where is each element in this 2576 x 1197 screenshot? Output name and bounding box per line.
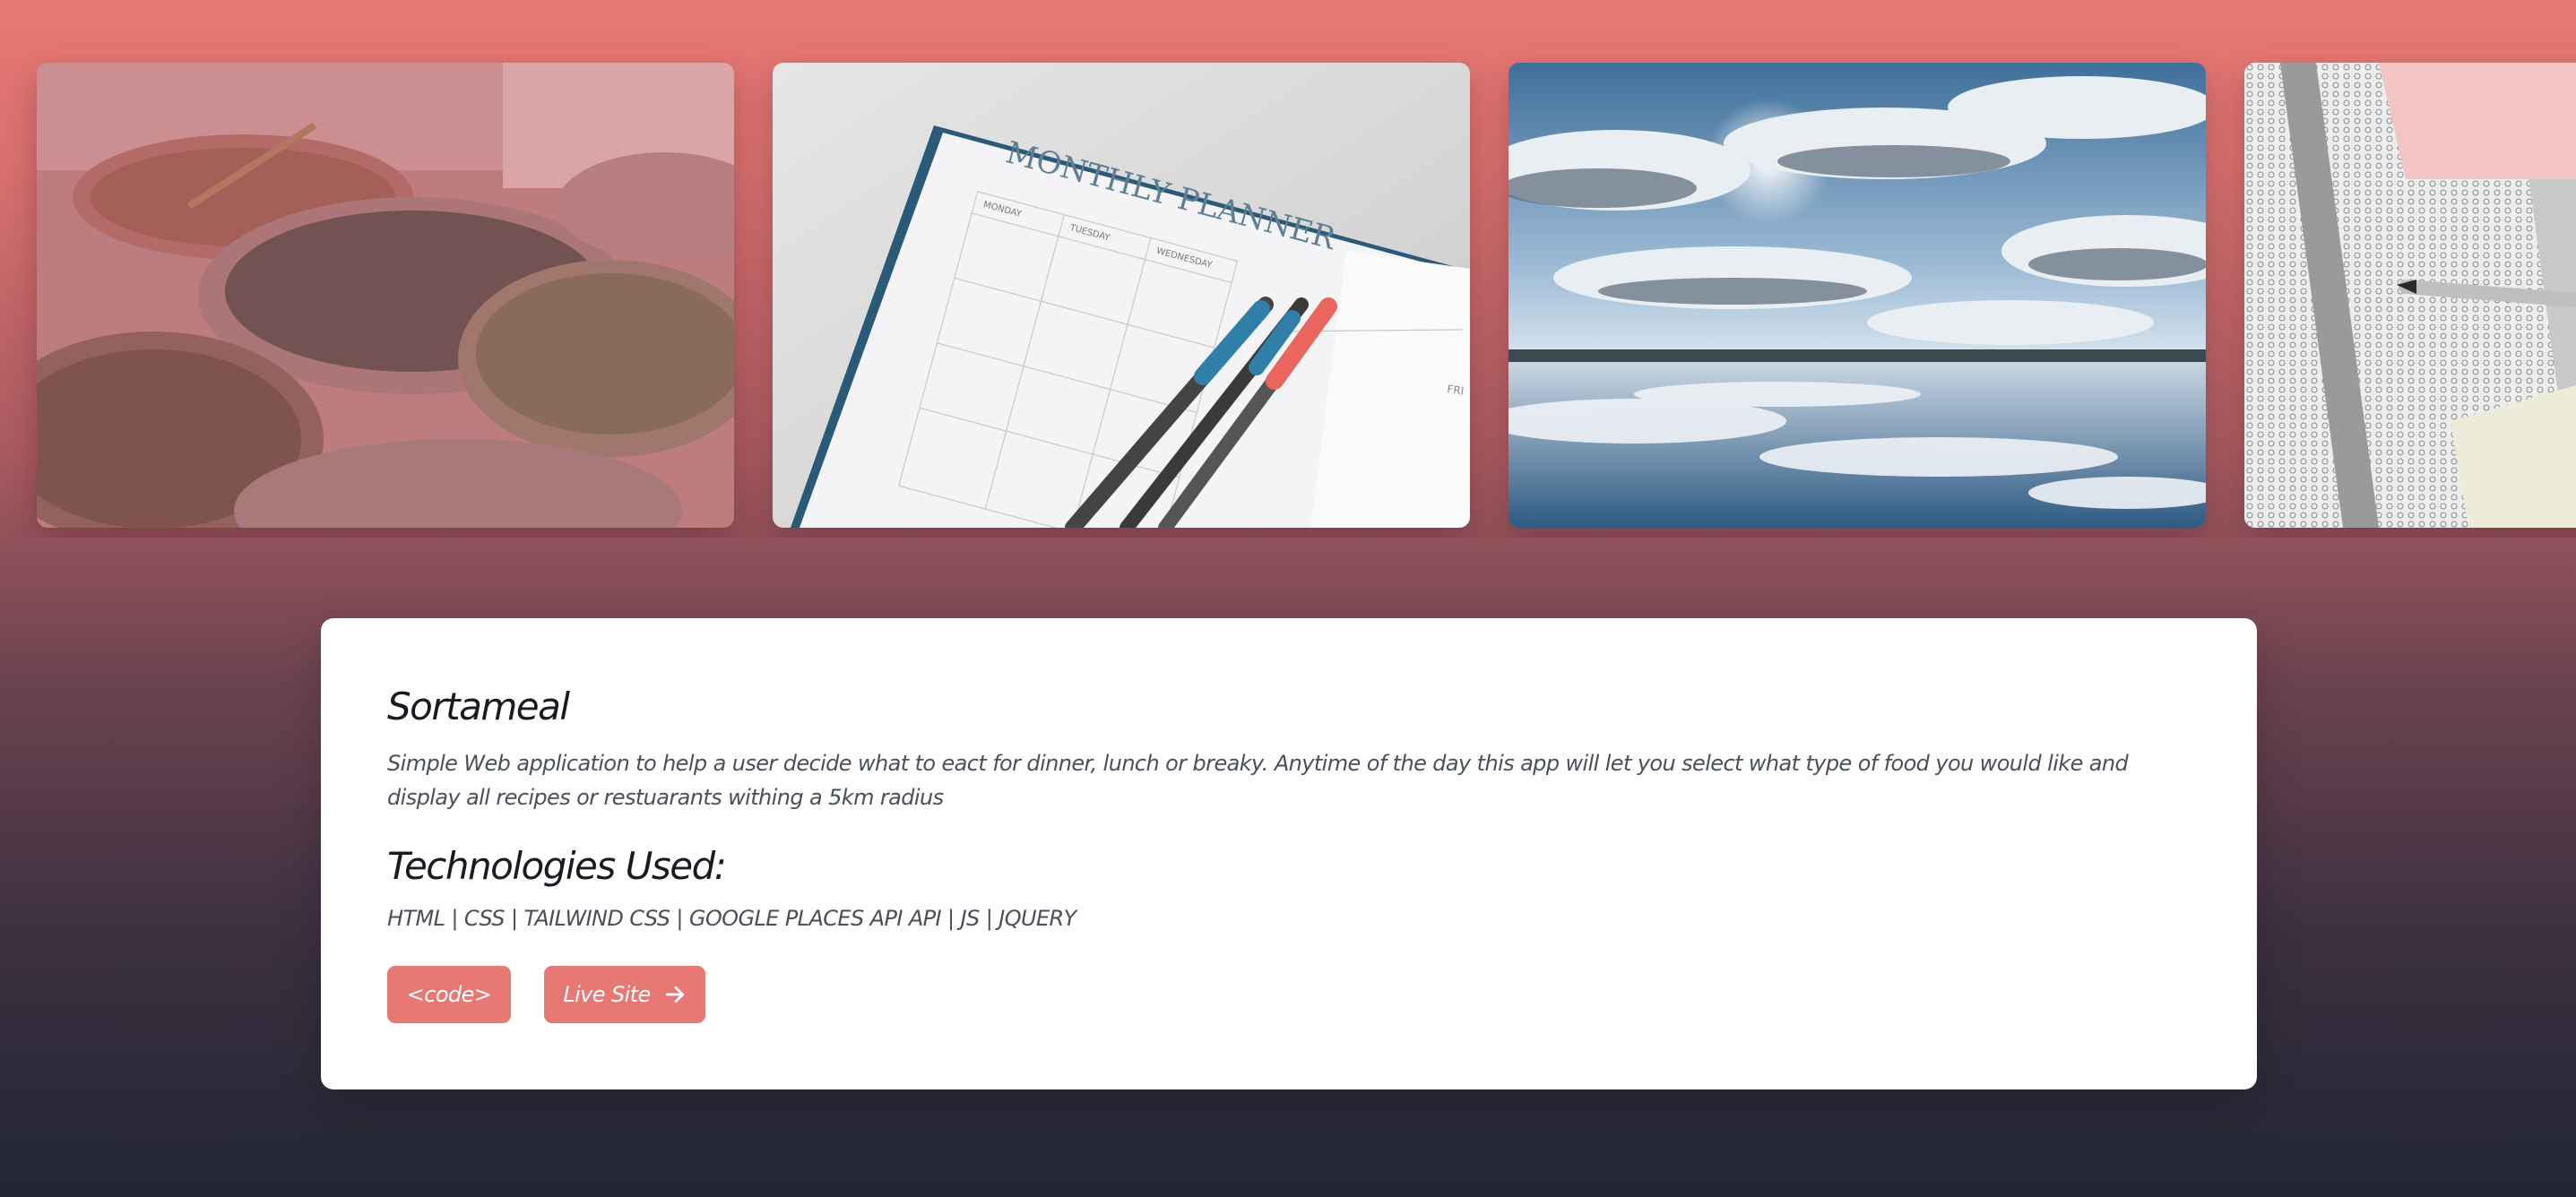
- lottery-sheets-image: [2244, 63, 2576, 528]
- monthly-planner-image: MONTHLY PLANNER MONDAY TUESDAY WEDNESDAY…: [773, 63, 1470, 528]
- code-button-label: <code>: [406, 982, 492, 1007]
- carousel-slide-sky[interactable]: [1508, 63, 2206, 528]
- technologies-list: HTML | CSS | TAILWIND CSS | GOOGLE PLACE…: [387, 906, 1076, 931]
- carousel-slide-planner[interactable]: MONTHLY PLANNER MONDAY TUESDAY WEDNESDAY…: [773, 63, 1470, 528]
- food-containers-image: [37, 63, 734, 528]
- project-title: Sortameal: [387, 685, 570, 728]
- live-site-button-label: Live Site: [563, 982, 651, 1007]
- project-description: Simple Web application to help a user de…: [387, 751, 2129, 810]
- technologies-heading: Technologies Used:: [387, 844, 727, 888]
- carousel-slide-sheets[interactable]: [2244, 63, 2576, 528]
- svg-text:FRI: FRI: [1447, 383, 1465, 397]
- project-card: Sortameal Simple Web application to help…: [321, 618, 2257, 1089]
- arrow-right-icon: [663, 983, 687, 1006]
- sky-lake-image: [1508, 63, 2206, 528]
- live-site-button[interactable]: Live Site: [544, 966, 705, 1023]
- code-button[interactable]: <code>: [387, 966, 511, 1023]
- image-carousel[interactable]: MONTHLY PLANNER MONDAY TUESDAY WEDNESDAY…: [0, 0, 2576, 538]
- carousel-slide-food[interactable]: [37, 63, 734, 528]
